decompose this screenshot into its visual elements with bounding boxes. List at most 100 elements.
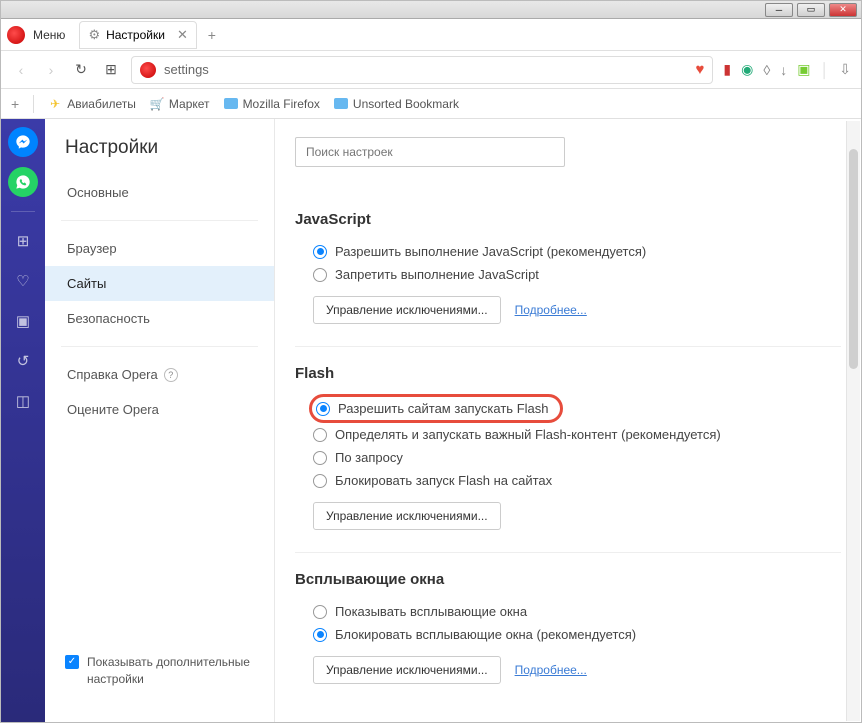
tabstrip: Меню ⚙ Настройки ✕ +	[1, 19, 861, 51]
radio-label: Определять и запускать важный Flash-конт…	[335, 427, 721, 442]
address-bar[interactable]: ♥	[131, 56, 713, 84]
tab-close-icon[interactable]: ✕	[177, 27, 188, 43]
radio-checked-icon	[313, 245, 327, 259]
flash-exceptions-button[interactable]: Управление исключениями...	[313, 502, 501, 530]
titlebar: ─ ▭ ✕	[1, 1, 861, 19]
ext-sep: │	[821, 62, 830, 78]
radio-label: Разрешить сайтам запускать Flash	[338, 401, 548, 416]
sidebar-history-icon[interactable]: ↺	[11, 346, 36, 376]
sidebar-extensions-icon[interactable]: ◫	[10, 386, 36, 416]
extensions-area: ▮ ◉ ◊ ↓ ▣ │ ⇩	[723, 61, 851, 78]
radio-label: Показывать всплывающие окна	[335, 604, 527, 619]
nav-item-help[interactable]: Справка Opera ?	[45, 357, 274, 392]
ext-icon-1[interactable]: ▮	[723, 61, 731, 78]
radio-flash-ask[interactable]: По запросу	[313, 446, 841, 469]
cart-icon: 🛒	[150, 97, 164, 111]
section-javascript-title: JavaScript	[295, 211, 841, 228]
bookmarks-bar: + ✈ Авиабилеты 🛒 Маркет Mozilla Firefox …	[1, 89, 861, 119]
ext-icon-5[interactable]: ▣	[797, 61, 810, 78]
ext-icon-3[interactable]: ◊	[763, 62, 770, 78]
gear-icon: ⚙	[88, 27, 100, 43]
sidebar-left: ⊞ ♡ ▣ ↺ ◫	[1, 119, 45, 722]
radio-icon	[313, 268, 327, 282]
downloads-icon[interactable]: ⇩	[839, 61, 851, 78]
bookmark-label: Маркет	[169, 97, 210, 111]
nav-item-basic[interactable]: Основные	[45, 175, 274, 210]
bookmark-label: Unsorted Bookmark	[353, 97, 459, 111]
radio-popups-block[interactable]: Блокировать всплывающие окна (рекомендуе…	[313, 623, 841, 646]
nav-item-privacy[interactable]: Безопасность	[45, 301, 274, 336]
flash-radio-group: Определять и запускать важный Flash-конт…	[295, 423, 841, 492]
sidebar-speed-dial-icon[interactable]: ⊞	[11, 226, 36, 256]
search-settings-input[interactable]	[295, 137, 565, 167]
opera-page-icon	[140, 62, 156, 78]
radio-flash-detect[interactable]: Определять и запускать важный Flash-конт…	[313, 423, 841, 446]
radio-label: Блокировать всплывающие окна (рекомендуе…	[335, 627, 636, 642]
reload-button[interactable]: ↻	[71, 60, 91, 80]
window-close-button[interactable]: ✕	[829, 3, 857, 17]
sidebar-bookmarks-icon[interactable]: ♡	[10, 266, 35, 296]
bookmark-heart-icon[interactable]: ♥	[696, 61, 705, 78]
tab-settings[interactable]: ⚙ Настройки ✕	[79, 21, 196, 49]
radio-icon	[313, 474, 327, 488]
nav-item-browser[interactable]: Браузер	[45, 231, 274, 266]
minimize-button[interactable]: ─	[765, 3, 793, 17]
advanced-settings-checkbox[interactable]: ✓ Показывать дополнительные настройки	[45, 644, 274, 704]
radio-label: Запретить выполнение JavaScript	[335, 267, 539, 282]
radio-checked-icon	[316, 402, 330, 416]
js-exceptions-button[interactable]: Управление исключениями...	[313, 296, 501, 324]
menu-button[interactable]: Меню	[33, 28, 65, 42]
tab-title: Настройки	[106, 28, 165, 42]
section-separator	[295, 346, 841, 347]
toolbar: ‹ › ↻ ⊞ ♥ ▮ ◉ ◊ ↓ ▣ │ ⇩	[1, 51, 861, 89]
scroll-thumb[interactable]	[849, 149, 858, 369]
radio-label: По запросу	[335, 450, 403, 465]
section-popups-title: Всплывающие окна	[295, 571, 841, 588]
bookmark-aviabilety[interactable]: ✈ Авиабилеты	[48, 97, 136, 111]
opera-logo-icon[interactable]	[7, 26, 25, 44]
section-separator	[295, 552, 841, 553]
advanced-label: Показывать дополнительные настройки	[87, 654, 254, 688]
scrollbar[interactable]	[846, 121, 860, 721]
bookmark-folder-unsorted[interactable]: Unsorted Bookmark	[334, 97, 459, 111]
bookmark-label: Mozilla Firefox	[243, 97, 320, 111]
url-input[interactable]	[164, 62, 688, 77]
sidebar-separator	[11, 211, 35, 212]
popups-more-link[interactable]: Подробнее...	[515, 663, 587, 677]
radio-icon	[313, 428, 327, 442]
ext-icon-4[interactable]: ↓	[780, 62, 787, 78]
sidebar-news-icon[interactable]: ▣	[10, 306, 36, 336]
radio-icon	[313, 605, 327, 619]
radio-label: Блокировать запуск Flash на сайтах	[335, 473, 552, 488]
radio-js-block[interactable]: Запретить выполнение JavaScript	[313, 263, 841, 286]
popups-exceptions-button[interactable]: Управление исключениями...	[313, 656, 501, 684]
forward-button[interactable]: ›	[41, 60, 61, 80]
maximize-button[interactable]: ▭	[797, 3, 825, 17]
back-button[interactable]: ‹	[11, 60, 31, 80]
radio-popups-show[interactable]: Показывать всплывающие окна	[313, 600, 841, 623]
radio-flash-block[interactable]: Блокировать запуск Flash на сайтах	[313, 469, 841, 492]
section-flash-title: Flash	[295, 365, 841, 382]
speed-dial-button[interactable]: ⊞	[101, 60, 121, 80]
divider	[33, 95, 34, 113]
ext-icon-2[interactable]: ◉	[741, 61, 753, 78]
radio-flash-allow[interactable]: Разрешить сайтам запускать Flash	[316, 401, 548, 416]
bookmark-market[interactable]: 🛒 Маркет	[150, 97, 210, 111]
bookmark-folder-firefox[interactable]: Mozilla Firefox	[224, 97, 320, 111]
nav-separator	[61, 220, 258, 221]
messenger-icon[interactable]	[8, 127, 38, 157]
nav-item-websites[interactable]: Сайты	[45, 266, 274, 301]
radio-checked-icon	[313, 628, 327, 642]
whatsapp-icon[interactable]	[8, 167, 38, 197]
checkbox-checked-icon: ✓	[65, 655, 79, 669]
nav-label: Справка Opera	[67, 367, 158, 382]
flash-allow-highlight: Разрешить сайтам запускать Flash	[309, 394, 563, 423]
js-more-link[interactable]: Подробнее...	[515, 303, 587, 317]
new-tab-button[interactable]: +	[201, 24, 223, 46]
bookmark-label: Авиабилеты	[67, 97, 136, 111]
nav-item-rate[interactable]: Оцените Opera	[45, 392, 274, 427]
main: ⊞ ♡ ▣ ↺ ◫ Настройки Основные Браузер Сай…	[1, 119, 861, 722]
help-icon: ?	[164, 368, 178, 382]
radio-js-allow[interactable]: Разрешить выполнение JavaScript (рекомен…	[313, 240, 841, 263]
add-bookmark-button[interactable]: +	[11, 96, 19, 112]
